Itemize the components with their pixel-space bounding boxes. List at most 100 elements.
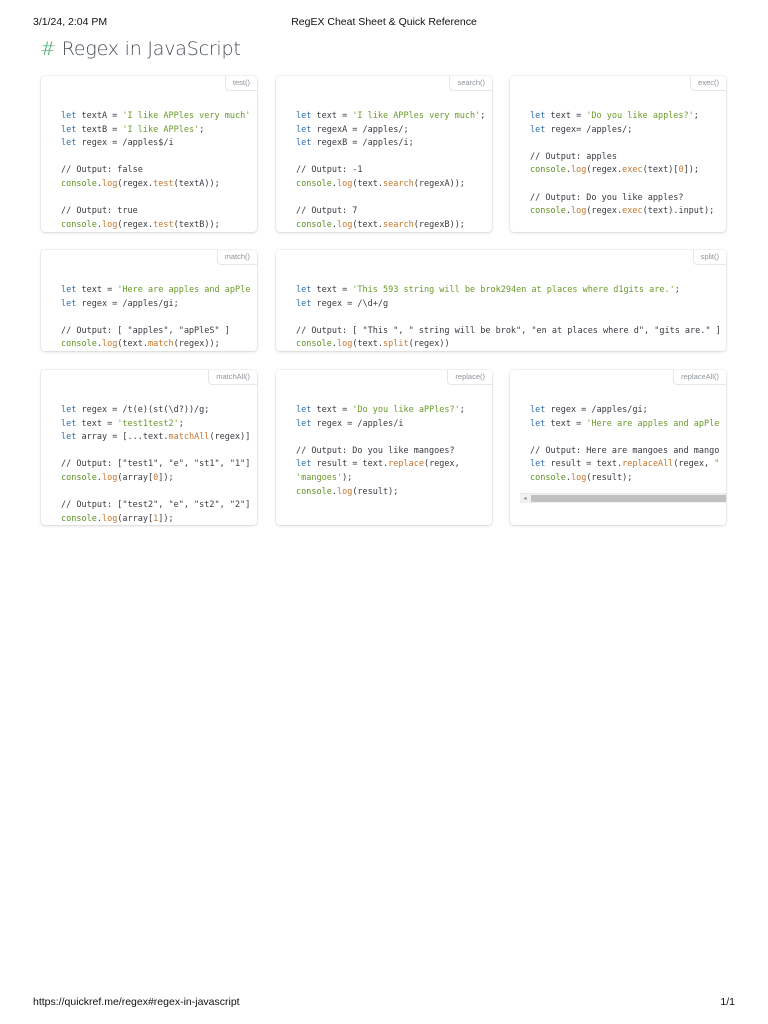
code-line: let text = 'test1test2'; (61, 418, 257, 432)
code-token: (text. (352, 339, 384, 350)
code-token: log (336, 219, 353, 230)
section-heading: # Regex in JavaScript (40, 38, 241, 60)
code-token: (regex)); (173, 339, 220, 350)
heading-anchor-link[interactable]: # (40, 38, 56, 60)
code-token: console (530, 472, 566, 483)
code-token: // Output: apples (530, 151, 617, 162)
code-token: log (336, 486, 353, 497)
code-token: let (61, 298, 77, 309)
code-token: regex = /apples/i (311, 418, 404, 429)
code-token: (text)[ (642, 165, 679, 176)
code-token: (regex)] (209, 432, 251, 443)
code-token: regexA = /apples/; (311, 124, 409, 135)
code-line: let array = [...text.matchAll(regex)] (61, 431, 257, 445)
print-title: RegEX Cheat Sheet & Quick Reference (291, 16, 477, 28)
code-token: // Output: ["test1", "e", "st1", "1"] (61, 459, 251, 470)
code-token: let (61, 138, 77, 149)
code-token: ; (459, 405, 465, 415)
code-token: console (296, 486, 332, 497)
code-line: let text = 'I like APPles very much'; (296, 110, 492, 124)
code-line: // Output: true (61, 205, 257, 219)
code-token: regex = /t(e)(st(\d?))/g; (76, 405, 210, 415)
code-token: let (530, 418, 546, 429)
code-token: regex = /\d+/g (311, 298, 389, 309)
code-token: ; (480, 111, 486, 121)
code-token: console (61, 472, 97, 483)
code-token: (regex, (423, 459, 460, 470)
code-token: // Output: Do you like mangoes? (296, 445, 455, 456)
code-token: log (336, 339, 353, 350)
code-token: let (296, 138, 312, 149)
scroll-left-arrow-icon[interactable]: ◂ (520, 494, 530, 503)
code-line: // Output: apples (530, 151, 726, 165)
code-token: let (530, 111, 546, 121)
tag-split: split() (692, 250, 726, 265)
code-token: (text. (352, 178, 384, 189)
code-token: log (570, 206, 587, 217)
code-line: let result = text.replaceAll(regex, " (530, 458, 726, 472)
code-token: log (101, 219, 118, 230)
code-token: // Output: [ "This ", " string will be b… (296, 325, 721, 336)
code-block-test: let textA = 'I like APPles very much' let… (61, 110, 257, 232)
code-token: (regex. (117, 178, 154, 189)
code-token: result = text. (311, 459, 389, 470)
code-token: (result); (586, 472, 633, 483)
code-token: ]); (683, 165, 699, 176)
code-token: console (530, 206, 566, 217)
code-block-matchall: let regex = /t(e)(st(\d?))/g; let text = … (61, 404, 257, 525)
code-token: test (153, 178, 174, 189)
code-token: (text. (117, 339, 149, 350)
code-line: console.log(regex.test(textB)); (61, 219, 257, 232)
code-token: console (530, 165, 566, 176)
card-split: split() let text = 'This 593 string will… (276, 250, 726, 351)
code-line: console.log(regex.test(textA)); (61, 178, 257, 192)
code-line: let text = 'Here are apples and apPle (530, 418, 726, 432)
card-replace: replace() let text = 'Do you like aPPles… (276, 370, 492, 525)
code-token: // Output: ["test2", "e", "st2", "2"] (61, 500, 251, 511)
code-token: log (101, 178, 118, 189)
code-line: // Output: [ "apples", "apPleS" ] (61, 325, 257, 339)
code-token: let (530, 124, 546, 135)
code-token: console (296, 339, 332, 350)
code-line: // Output: false (61, 164, 257, 178)
code-token: (array[ (117, 472, 154, 483)
card-exec: exec() let text = 'Do you like apples?';… (510, 76, 726, 232)
code-token: text = (311, 285, 353, 295)
code-line: let textB = 'I like APPles'; (61, 124, 257, 138)
code-token: ; (674, 285, 680, 295)
code-token: 'I like APPles very much' (352, 111, 481, 121)
code-line: console.log(regex.exec(text)[0]); (530, 164, 726, 178)
code-token: text = (76, 285, 118, 295)
code-line: // Output: 7 (296, 205, 492, 219)
code-token: 'I like APPles very much' (122, 111, 251, 121)
code-block-exec: let text = 'Do you like apples?'; let reg… (530, 110, 726, 219)
code-token: log (101, 472, 118, 483)
code-line: // Output: ["test1", "e", "st1", "1"] (61, 458, 257, 472)
code-token: let (296, 459, 312, 470)
code-token: // Output: -1 (296, 165, 363, 176)
code-token: ; (178, 418, 184, 429)
tag-exec: exec() (690, 76, 726, 91)
code-line: let text = 'This 593 string will be brok… (296, 284, 726, 298)
code-line: let regex = /apples/gi; (61, 298, 257, 312)
code-token: regex = /apples/gi; (545, 405, 648, 415)
code-line: console.log(text.split(regex)) (296, 338, 726, 351)
code-token: let (530, 459, 546, 470)
scrollbar-thumb[interactable] (531, 495, 726, 502)
code-token: regex= /apples/; (545, 124, 633, 135)
code-line: // Output: ["test2", "e", "st2", "2"] (61, 499, 257, 513)
tag-replaceall: replaceAll() (673, 370, 726, 385)
code-token: log (336, 178, 353, 189)
code-token: let (296, 418, 312, 429)
card-match: match() let text = 'Here are apples and … (41, 250, 257, 351)
code-token: // Output: false (61, 165, 143, 176)
code-block-replace: let text = 'Do you like aPPles?'; let reg… (296, 404, 492, 499)
horizontal-scrollbar[interactable]: ◂ (520, 493, 726, 503)
page-count: 1/1 (720, 996, 735, 1008)
code-token: (text. (352, 219, 384, 230)
code-token: text = (545, 111, 587, 121)
code-token: let (530, 405, 546, 415)
